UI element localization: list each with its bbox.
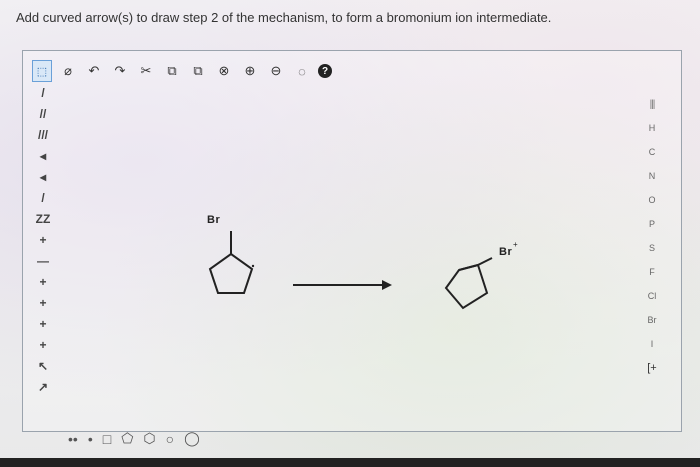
- paste-icon[interactable]: ⧉: [188, 60, 208, 82]
- element-i[interactable]: I: [640, 332, 664, 356]
- periodic-table-icon[interactable]: |||: [640, 92, 664, 116]
- select-tool-icon[interactable]: ⬚: [32, 60, 52, 82]
- fishhook-arrow-icon[interactable]: ↗: [30, 376, 56, 397]
- erase-tool-icon[interactable]: ⌀: [58, 60, 78, 82]
- plain-bond-tool[interactable]: /: [30, 187, 56, 208]
- hash-bond-tool[interactable]: ◂: [30, 166, 56, 187]
- left-toolbar: / // /// ◂ ◂ / ZZ + — + + + + ↖ ↗: [30, 82, 56, 397]
- reactant-molecule: [208, 231, 254, 294]
- element-palette: ||| H C N O P S F Cl Br I [+: [640, 92, 664, 380]
- element-h[interactable]: H: [640, 116, 664, 140]
- more-elements-icon[interactable]: [+: [640, 356, 664, 380]
- ring-fused-bond: [458, 264, 479, 271]
- radical-template-icon[interactable]: •: [88, 431, 93, 447]
- copy-icon[interactable]: ⧉: [162, 60, 182, 82]
- reaction-arrow: [293, 280, 392, 290]
- element-c[interactable]: C: [640, 140, 664, 164]
- pentagon-ring-icon[interactable]: ⬠: [121, 430, 133, 447]
- bromonium-charge: +: [513, 240, 518, 249]
- help-icon[interactable]: ?: [318, 64, 332, 78]
- chain-tool[interactable]: ZZ: [30, 208, 56, 229]
- br-bridge-bond-right: [477, 257, 493, 266]
- double-bond-tool[interactable]: //: [30, 103, 56, 124]
- clean-icon[interactable]: ⊗: [214, 60, 234, 82]
- redo-icon[interactable]: ↷: [110, 60, 130, 82]
- product-ring: [444, 263, 489, 310]
- element-br[interactable]: Br: [640, 308, 664, 332]
- element-p[interactable]: P: [640, 212, 664, 236]
- wedge-bond-tool[interactable]: ◂: [30, 145, 56, 166]
- element-f[interactable]: F: [640, 260, 664, 284]
- cyclopentane-ring: [208, 252, 254, 294]
- single-bond-tool[interactable]: /: [30, 82, 56, 103]
- mechanism-drawing: [208, 231, 493, 310]
- hexagon-ring-icon[interactable]: ⬡: [143, 430, 155, 447]
- lone-pair-template-icon[interactable]: ••: [68, 431, 78, 447]
- element-cl[interactable]: Cl: [640, 284, 664, 308]
- curved-arrow-icon[interactable]: ↖: [30, 355, 56, 376]
- bottom-toolbar: •• • □ ⬠ ⬡ ○ ◯: [68, 430, 200, 447]
- cut-icon[interactable]: ✂: [136, 60, 156, 82]
- zoom-out-icon[interactable]: ⊖: [266, 60, 286, 82]
- lone-pair-tool[interactable]: +: [30, 292, 56, 313]
- drawing-canvas[interactable]: Br Br +: [60, 90, 630, 420]
- zoom-in-icon[interactable]: ⊕: [240, 60, 260, 82]
- reactant-br-label: Br: [207, 214, 221, 226]
- negative-charge-tool[interactable]: —: [30, 250, 56, 271]
- screen-bezel: [0, 458, 700, 467]
- element-s[interactable]: S: [640, 236, 664, 260]
- benzene-ring-icon[interactable]: ◯: [184, 430, 200, 447]
- question-prompt: Add curved arrow(s) to draw step 2 of th…: [16, 10, 552, 25]
- positive-charge-tool[interactable]: +: [30, 229, 56, 250]
- cyclohexane-ring-icon[interactable]: ○: [166, 431, 174, 447]
- element-o[interactable]: O: [640, 188, 664, 212]
- partial-charge-tool[interactable]: +: [30, 313, 56, 334]
- isotope-tool[interactable]: +: [30, 334, 56, 355]
- radical-tool[interactable]: +: [30, 271, 56, 292]
- product-molecule: [444, 257, 493, 310]
- undo-icon[interactable]: ↶: [84, 60, 104, 82]
- triple-bond-tool[interactable]: ///: [30, 124, 56, 145]
- zoom-fit-icon[interactable]: ◌: [292, 60, 312, 82]
- reactant-marker-dot: [251, 264, 255, 268]
- top-toolbar: ⬚ ⌀ ↶ ↷ ✂ ⧉ ⧉ ⊗ ⊕ ⊖ ◌ ?: [32, 58, 332, 84]
- product-br-label: Br: [499, 246, 513, 258]
- square-ring-icon[interactable]: □: [103, 431, 111, 447]
- element-n[interactable]: N: [640, 164, 664, 188]
